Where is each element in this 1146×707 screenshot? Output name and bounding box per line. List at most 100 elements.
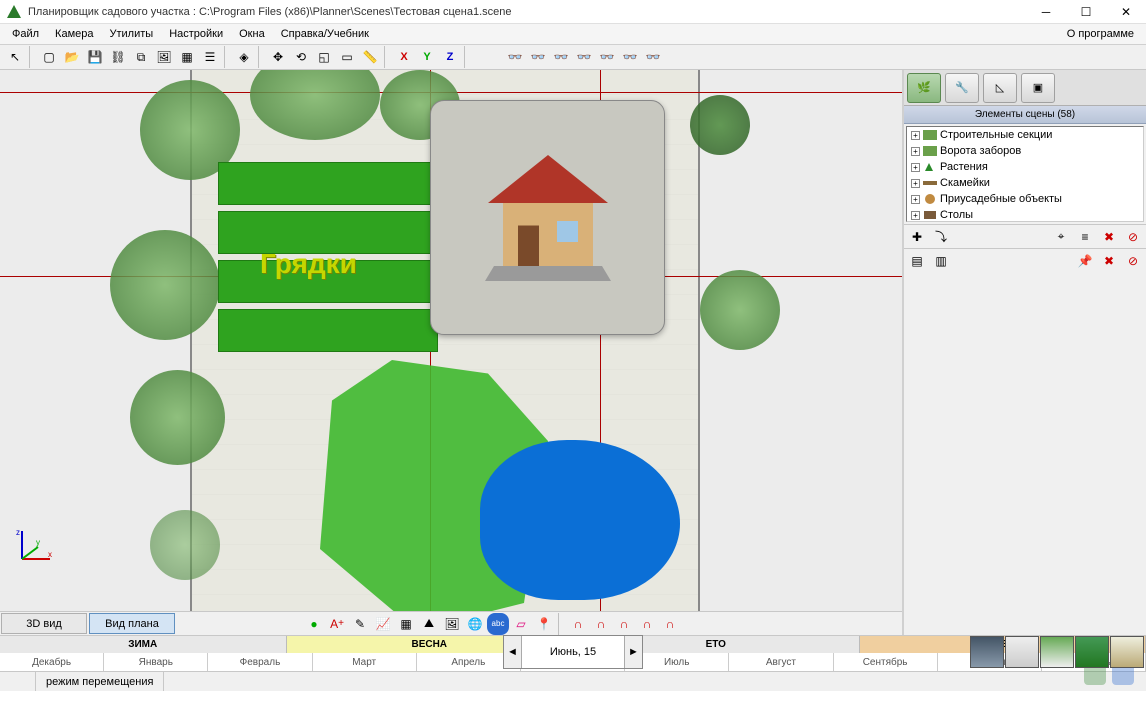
save-icon[interactable]: 💾 xyxy=(84,46,106,68)
tree-icon[interactable] xyxy=(110,230,220,340)
locate-icon[interactable]: ⌖ xyxy=(1050,226,1072,248)
expand-icon[interactable]: + xyxy=(911,211,920,220)
rotate-icon[interactable]: ⟲ xyxy=(290,46,312,68)
house-preview-overlay[interactable] xyxy=(430,100,665,335)
month-feb[interactable]: Февраль xyxy=(208,653,312,671)
binocular4-icon[interactable]: 👓 xyxy=(573,46,595,68)
thumb-icon[interactable] xyxy=(1075,636,1109,668)
axis-y-button[interactable]: Y xyxy=(416,46,438,68)
tree-icon[interactable] xyxy=(150,510,220,580)
menu-file[interactable]: Файл xyxy=(4,26,47,42)
move-icon[interactable]: ✥ xyxy=(267,46,289,68)
tree-label[interactable]: Строительные секции xyxy=(940,129,1052,141)
panel-tab-cube-icon[interactable]: ▣ xyxy=(1021,73,1055,103)
menu-help[interactable]: Справка/Учебник xyxy=(273,26,377,42)
tree-label[interactable]: Приусадебные объекты xyxy=(940,193,1062,205)
abc-icon[interactable]: abc xyxy=(487,613,509,635)
menu-settings[interactable]: Настройки xyxy=(161,26,231,42)
clear-icon[interactable]: ✖ xyxy=(1098,250,1120,272)
month-dec[interactable]: Декабрь xyxy=(0,653,104,671)
scene-tree[interactable]: +Строительные секции +Ворота заборов +Ра… xyxy=(906,126,1144,222)
binocular6-icon[interactable]: 👓 xyxy=(619,46,641,68)
delete-node-icon[interactable]: ✖ xyxy=(1098,226,1120,248)
binocular-icon[interactable]: 👓 xyxy=(504,46,526,68)
date-prev-icon[interactable]: ◄ xyxy=(504,636,522,668)
menu-camera[interactable]: Камера xyxy=(47,26,101,42)
globe-icon[interactable]: 🌐 xyxy=(464,613,486,635)
collapse-icon[interactable]: ≡ xyxy=(1074,226,1096,248)
binocular3-icon[interactable]: 👓 xyxy=(550,46,572,68)
tab-3d-view[interactable]: 3D вид xyxy=(1,613,87,634)
tree-label[interactable]: Ворота заборов xyxy=(940,145,1021,157)
link-icon[interactable]: ⛓ xyxy=(107,46,129,68)
grid-icon[interactable]: ▦ xyxy=(176,46,198,68)
panel-tab-tools-icon[interactable]: 🔧 xyxy=(945,73,979,103)
measure-icon[interactable]: 📏 xyxy=(359,46,381,68)
axis-z-button[interactable]: Z xyxy=(439,46,461,68)
binocular2-icon[interactable]: 👓 xyxy=(527,46,549,68)
date-spinner[interactable]: ◄ Июнь, 15 ► xyxy=(503,635,643,669)
magnet4-icon[interactable]: ∩ xyxy=(636,613,658,635)
date-next-icon[interactable]: ► xyxy=(624,636,642,668)
thumb-icon[interactable] xyxy=(1005,636,1039,668)
minimize-button[interactable]: ─ xyxy=(1026,0,1066,24)
menu-about[interactable]: О программе xyxy=(1059,26,1142,42)
season-winter[interactable]: ЗИМА xyxy=(0,636,287,653)
grid2-icon[interactable]: ▦ xyxy=(395,613,417,635)
thumb-icon[interactable] xyxy=(970,636,1004,668)
add-node-icon[interactable]: ✚ xyxy=(906,226,928,248)
magnet1-icon[interactable]: ∩ xyxy=(567,613,589,635)
tree-label[interactable]: Скамейки xyxy=(940,177,990,189)
menu-windows[interactable]: Окна xyxy=(231,26,273,42)
month-mar[interactable]: Март xyxy=(313,653,417,671)
thumb-icon[interactable] xyxy=(1110,636,1144,668)
select-icon[interactable]: ▭ xyxy=(336,46,358,68)
panel-tab-plants-icon[interactable]: 🌿 xyxy=(907,73,941,103)
tree-label[interactable]: Столы xyxy=(940,209,973,221)
panel-tab-shapes-icon[interactable]: ◺ xyxy=(983,73,1017,103)
thumb-icon[interactable] xyxy=(1040,636,1074,668)
month-jan[interactable]: Январь xyxy=(104,653,208,671)
green-dot-icon[interactable]: ● xyxy=(303,613,325,635)
expand-icon[interactable]: + xyxy=(911,147,920,156)
magnet2-icon[interactable]: ∩ xyxy=(590,613,612,635)
tree-icon[interactable] xyxy=(690,95,750,155)
close-button[interactable]: ✕ xyxy=(1106,0,1146,24)
add-child-icon[interactable]: ⤵ xyxy=(930,226,952,248)
pointer-icon[interactable]: ↖ xyxy=(4,46,26,68)
list-icon[interactable]: ☰ xyxy=(199,46,221,68)
pond-shape[interactable] xyxy=(480,440,680,600)
month-aug[interactable]: Август xyxy=(729,653,833,671)
pencil-icon[interactable]: ✎ xyxy=(349,613,371,635)
maximize-button[interactable]: ☐ xyxy=(1066,0,1106,24)
binocular7-icon[interactable]: 👓 xyxy=(642,46,664,68)
clear2-icon[interactable]: ⊘ xyxy=(1122,250,1144,272)
filter2-icon[interactable]: ▥ xyxy=(930,250,952,272)
tree-icon[interactable] xyxy=(130,370,225,465)
expand-icon[interactable]: + xyxy=(911,131,920,140)
tree-icon[interactable] xyxy=(700,270,780,350)
tab-plan-view[interactable]: Вид плана xyxy=(89,613,175,634)
expand-icon[interactable]: + xyxy=(911,163,920,172)
magnet3-icon[interactable]: ∩ xyxy=(613,613,635,635)
pin-icon[interactable]: 📍 xyxy=(533,613,555,635)
axis-x-button[interactable]: X xyxy=(393,46,415,68)
expand-icon[interactable]: + xyxy=(911,195,920,204)
open-icon[interactable]: 📂 xyxy=(61,46,83,68)
photo-icon[interactable]: 🖼 xyxy=(441,613,463,635)
render-icon[interactable]: ◈ xyxy=(233,46,255,68)
landscape-icon[interactable]: ⛰ xyxy=(418,613,440,635)
box-icon[interactable]: ▱ xyxy=(510,613,532,635)
binocular5-icon[interactable]: 👓 xyxy=(596,46,618,68)
copy-icon[interactable]: ⧉ xyxy=(130,46,152,68)
image-icon[interactable]: 🖼 xyxy=(153,46,175,68)
pin2-icon[interactable]: 📌 xyxy=(1074,250,1096,272)
new-icon[interactable]: ▢ xyxy=(38,46,60,68)
magnet5-icon[interactable]: ∩ xyxy=(659,613,681,635)
text-a-icon[interactable]: A+ xyxy=(326,613,348,635)
scale-icon[interactable]: ◱ xyxy=(313,46,335,68)
menu-utilities[interactable]: Утилиты xyxy=(102,26,162,42)
delete-all-icon[interactable]: ⊘ xyxy=(1122,226,1144,248)
design-canvas[interactable]: Грядки x z y xyxy=(0,70,902,611)
expand-icon[interactable]: + xyxy=(911,179,920,188)
